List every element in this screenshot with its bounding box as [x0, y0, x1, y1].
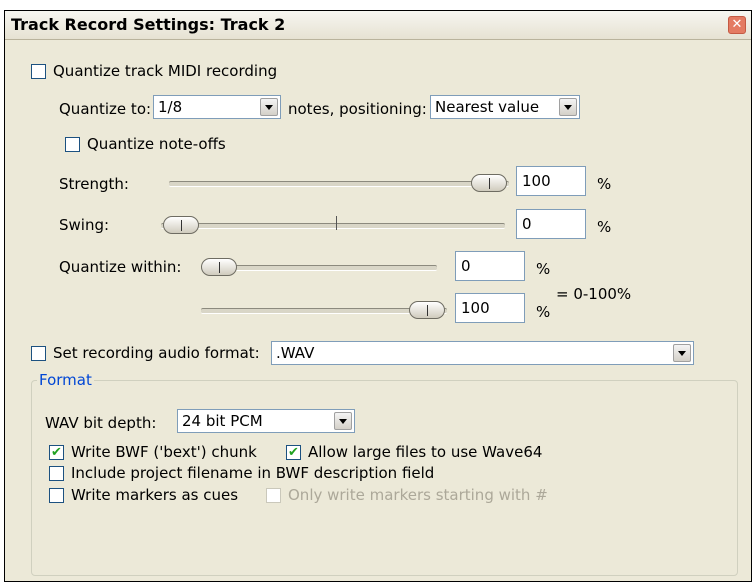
within-range-note: = 0-100%	[556, 285, 632, 303]
within-max-value: 100	[461, 299, 490, 317]
strength-slider-track[interactable]	[169, 181, 509, 187]
chevron-down-icon[interactable]	[559, 98, 577, 116]
wav-bit-depth-select[interactable]: 24 bit PCM	[177, 409, 355, 433]
within-max-slider-thumb[interactable]	[409, 301, 445, 319]
set-audio-format-checkbox[interactable]	[31, 346, 46, 361]
write-markers-cues-checkbox[interactable]	[49, 488, 64, 503]
checkmark-icon: ✔	[51, 445, 62, 460]
positioning-select[interactable]: Nearest value	[430, 95, 580, 119]
title-bar[interactable]: Track Record Settings: Track 2 ✕	[5, 11, 751, 40]
swing-value: 0	[522, 215, 532, 233]
within-max-input[interactable]: 100	[455, 293, 525, 323]
quantize-to-label: Quantize to:	[59, 100, 152, 118]
within-min-value: 0	[461, 257, 471, 275]
chevron-down-icon[interactable]	[334, 412, 352, 430]
chevron-down-icon[interactable]	[260, 98, 278, 116]
write-markers-cues-label: Write markers as cues	[71, 486, 239, 504]
strength-unit: %	[597, 175, 612, 193]
wav-bit-depth-label: WAV bit depth:	[45, 414, 157, 432]
write-bwf-label: Write BWF ('bext') chunk	[71, 443, 257, 461]
strength-input[interactable]: 100	[516, 166, 586, 196]
within-min-input[interactable]: 0	[455, 251, 525, 281]
set-audio-format-label: Set recording audio format:	[53, 344, 260, 362]
within-min-slider-thumb[interactable]	[201, 258, 237, 276]
strength-label: Strength:	[59, 175, 129, 193]
window-title: Track Record Settings: Track 2	[11, 15, 286, 34]
chevron-down-icon[interactable]	[673, 344, 691, 362]
only-hash-markers-label: Only write markers starting with #	[288, 486, 548, 504]
include-project-filename-checkbox[interactable]	[49, 466, 64, 481]
close-icon[interactable]: ✕	[728, 16, 746, 34]
quantize-midi-checkbox[interactable]	[31, 64, 46, 79]
within-max-unit: %	[536, 303, 551, 321]
audio-format-select[interactable]: .WAV	[271, 341, 694, 365]
swing-slider-thumb[interactable]	[163, 216, 199, 234]
include-project-filename-label: Include project filename in BWF descript…	[71, 464, 435, 482]
swing-center-tick	[336, 216, 337, 230]
quantize-note-offs-label: Quantize note-offs	[87, 135, 226, 153]
write-bwf-checkbox[interactable]: ✔	[49, 445, 64, 460]
only-hash-markers-checkbox[interactable]	[266, 488, 281, 503]
wav-bit-depth-value: 24 bit PCM	[182, 412, 263, 430]
strength-slider-thumb[interactable]	[471, 174, 507, 192]
quantize-midi-label: Quantize track MIDI recording	[53, 62, 278, 80]
swing-slider-track[interactable]	[161, 223, 505, 229]
checkmark-icon: ✔	[288, 445, 299, 460]
positioning-value: Nearest value	[435, 98, 540, 116]
strength-value: 100	[522, 172, 551, 190]
quantize-note-offs-checkbox[interactable]	[65, 137, 80, 152]
allow-wave64-checkbox[interactable]: ✔	[286, 445, 301, 460]
swing-label: Swing:	[59, 216, 110, 234]
audio-format-value: .WAV	[276, 344, 315, 362]
swing-input[interactable]: 0	[516, 209, 586, 239]
positioning-label: notes, positioning:	[288, 100, 427, 118]
within-min-unit: %	[536, 260, 551, 278]
quantize-to-value: 1/8	[158, 98, 183, 116]
quantize-to-select[interactable]: 1/8	[153, 95, 281, 119]
quantize-within-label: Quantize within:	[59, 258, 182, 276]
swing-unit: %	[597, 218, 612, 236]
allow-wave64-label: Allow large files to use Wave64	[308, 443, 543, 461]
format-group-legend: Format	[37, 371, 94, 389]
track-record-settings-dialog: Track Record Settings: Track 2 ✕ Quantiz…	[4, 10, 752, 582]
